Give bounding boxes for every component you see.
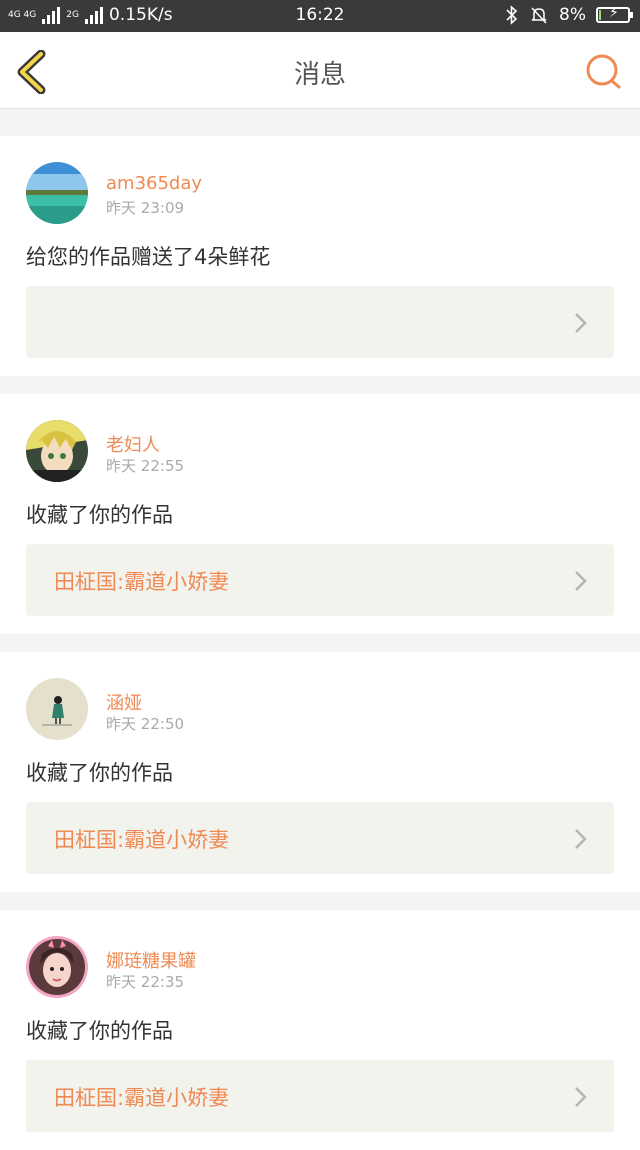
work-title: 田柾国:霸道小娇妻 — [54, 828, 230, 852]
bluetooth-icon — [506, 5, 518, 25]
timestamp-date: 昨天 — [106, 199, 137, 217]
chevron-right-icon — [575, 829, 587, 849]
avatar-anime-image — [26, 420, 88, 482]
username[interactable]: 娜琏糖果罐 — [106, 947, 196, 973]
message-text: 收藏了你的作品 — [26, 503, 173, 527]
chevron-right-icon — [575, 571, 587, 591]
message-list: am365day 昨天 23:09 给您的作品赠送了4朵鲜花 老妇人 昨天 22… — [0, 118, 640, 1150]
message-text: 收藏了你的作品 — [26, 1019, 173, 1043]
avatar[interactable] — [26, 420, 88, 482]
message-card: 娜琏糖果罐 昨天 22:35 收藏了你的作品 田柾国:霸道小娇妻 — [0, 910, 640, 1150]
timestamp: 昨天 22:50 — [106, 713, 184, 734]
mute-bell-icon — [531, 7, 547, 24]
charging-icon: ⚡ — [609, 5, 619, 21]
username[interactable]: 老妇人 — [106, 431, 160, 457]
status-bar: 4G 4G 2G 0.15K/s 16:22 8% ⚡ — [0, 0, 640, 32]
work-title: 田柾国:霸道小娇妻 — [54, 570, 230, 594]
avatar[interactable] — [26, 936, 88, 998]
work-reference[interactable]: 田柾国:霸道小娇妻 — [26, 802, 614, 874]
username[interactable]: am365day — [106, 173, 202, 194]
battery-percent: 8% — [559, 5, 586, 25]
search-icon[interactable] — [584, 52, 624, 92]
timestamp: 昨天 23:09 — [106, 197, 184, 218]
nav-bar: 消息 — [0, 32, 640, 109]
page-title: 消息 — [293, 60, 346, 90]
timestamp-time: 22:35 — [140, 973, 185, 991]
message-card: 涵娅 昨天 22:50 收藏了你的作品 田柾国:霸道小娇妻 — [0, 652, 640, 892]
timestamp-date: 昨天 — [106, 457, 137, 475]
avatar-island-image — [26, 162, 88, 224]
work-reference[interactable] — [26, 286, 614, 358]
timestamp-time: 22:55 — [140, 457, 185, 475]
avatar-figure-image — [26, 678, 88, 740]
work-title: 田柾国:霸道小娇妻 — [54, 1086, 230, 1110]
battery-icon: ⚡ — [596, 5, 633, 23]
avatar[interactable] — [26, 678, 88, 740]
chevron-right-icon — [575, 313, 587, 333]
avatar[interactable] — [26, 162, 88, 224]
battery-fill — [599, 10, 601, 20]
work-reference[interactable]: 田柾国:霸道小娇妻 — [26, 544, 614, 616]
timestamp-time: 22:50 — [140, 715, 185, 733]
message-card: 老妇人 昨天 22:55 收藏了你的作品 田柾国:霸道小娇妻 — [0, 394, 640, 634]
message-card: am365day 昨天 23:09 给您的作品赠送了4朵鲜花 — [0, 136, 640, 376]
avatar-portrait-image — [26, 936, 88, 998]
timestamp-date: 昨天 — [106, 973, 137, 991]
timestamp: 昨天 22:35 — [106, 971, 184, 992]
work-reference[interactable]: 田柾国:霸道小娇妻 — [26, 1060, 614, 1132]
message-text: 收藏了你的作品 — [26, 761, 173, 785]
timestamp-date: 昨天 — [106, 715, 137, 733]
status-right: 8% ⚡ — [505, 5, 633, 25]
chevron-right-icon — [575, 1087, 587, 1107]
timestamp: 昨天 22:55 — [106, 455, 184, 476]
timestamp-time: 23:09 — [140, 199, 185, 217]
message-text: 给您的作品赠送了4朵鲜花 — [26, 245, 271, 269]
username[interactable]: 涵娅 — [106, 689, 142, 715]
